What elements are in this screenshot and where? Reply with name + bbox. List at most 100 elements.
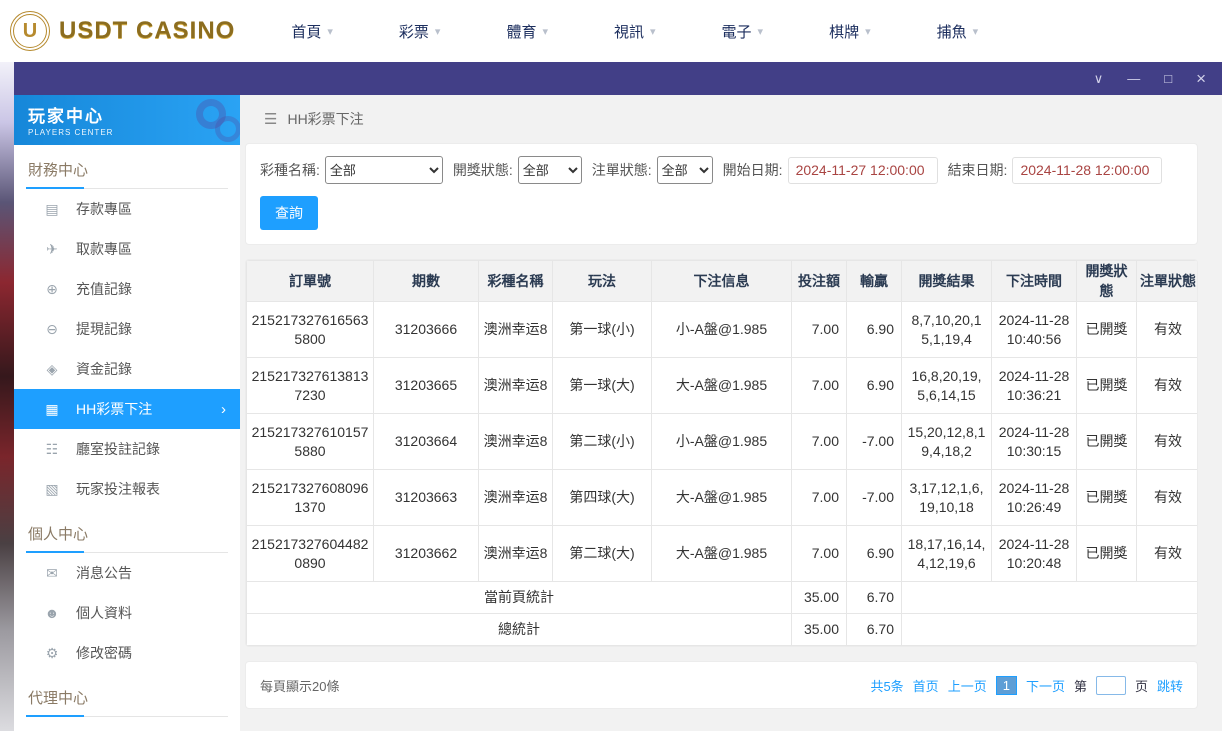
hamburger-menu-icon[interactable]: ☰: [264, 110, 277, 128]
sidebar-item-notices[interactable]: ✉ 消息公告: [14, 553, 240, 593]
cell-win: -7.00: [846, 469, 902, 526]
table-row: 2152173276044820890 31203662 澳洲幸运8 第二球(大…: [246, 525, 1197, 582]
cell-period: 31203666: [373, 301, 479, 358]
page-size-text: 每頁顯示20條: [260, 678, 340, 694]
cell-draw-status: 已開獎: [1076, 413, 1137, 470]
bets-table-panel: 訂單號 期數 彩種名稱 玩法 下注信息 投注額 輸贏 開獎結果 下注時間 開獎狀…: [245, 259, 1198, 647]
section-title-personal: 個人中心: [26, 509, 228, 553]
page-total-label: 當前頁統計: [246, 581, 792, 614]
site-logo[interactable]: U USDT CASINO: [10, 11, 235, 51]
jump-button[interactable]: 跳转: [1157, 676, 1183, 695]
grand-total-win: 6.70: [846, 613, 902, 646]
nav-item-slots[interactable]: 電子 ▾: [722, 21, 764, 42]
cell-bet-status: 有效: [1136, 469, 1197, 526]
sidebar-item-label: 充值記錄: [76, 281, 132, 297]
current-page-badge[interactable]: 1: [995, 675, 1017, 695]
sidebar-item-withdraw-record[interactable]: ⊖ 提現記錄: [14, 309, 240, 349]
end-date-input[interactable]: [1012, 156, 1163, 184]
recharge-record-icon: ⊕: [46, 280, 58, 297]
bet-status-label: 注單狀態:: [591, 162, 652, 178]
chevron-down-icon: ▾: [757, 25, 764, 38]
sidebar-item-withdraw[interactable]: ✈ 取款專區: [14, 229, 240, 269]
background-image-strip: [0, 62, 14, 731]
cell-period: 31203663: [373, 469, 479, 526]
sidebar-item-label: 資金記錄: [76, 361, 132, 377]
withdraw-record-icon: ⊖: [46, 320, 58, 337]
table-row: 2152173276080961370 31203663 澳洲幸运8 第四球(大…: [246, 469, 1197, 526]
cell-period: 31203665: [373, 357, 479, 414]
chevron-down-icon: ▾: [972, 25, 979, 38]
logo-badge-icon: U: [10, 11, 50, 51]
cell-result: 15,20,12,8,19,4,18,2: [901, 413, 992, 470]
player-report-icon: ▧: [45, 480, 59, 497]
section-title-agent: 代理中心: [26, 673, 228, 717]
window-maximize-button[interactable]: □: [1164, 72, 1172, 85]
cell-order-id: 2152173276165635800: [246, 301, 374, 358]
goto-page-prefix: 第: [1073, 678, 1087, 694]
first-page-link[interactable]: 首页: [913, 676, 939, 695]
nav-item-fishing[interactable]: 捕魚 ▾: [937, 21, 979, 42]
window-minimize-button[interactable]: —: [1127, 72, 1140, 85]
funds-record-icon: ◈: [46, 360, 58, 377]
cell-amount: 7.00: [791, 357, 847, 414]
cell-result: 16,8,20,19,5,6,14,15: [901, 357, 992, 414]
page-total-empty: [901, 581, 1197, 614]
lottery-name-label: 彩種名稱:: [260, 162, 320, 178]
nav-item-sports[interactable]: 體育 ▾: [506, 21, 548, 42]
cell-play: 第四球(大): [552, 469, 652, 526]
nav-item-video[interactable]: 視訊 ▾: [614, 21, 656, 42]
search-button[interactable]: 查詢: [260, 196, 318, 230]
col-header-result: 開獎結果: [901, 260, 992, 302]
chevron-down-icon: ▾: [650, 25, 656, 38]
pagination-controls: 共5条 首页 上一页 1 下一页 第 页 跳转: [870, 675, 1183, 695]
cell-bet-status: 有效: [1136, 413, 1197, 470]
window-collapse-button[interactable]: ∨: [1094, 72, 1104, 85]
cell-time: 2024-11-28 10:20:48: [991, 525, 1077, 582]
col-header-bet-status: 注單狀態: [1136, 260, 1197, 302]
sidebar-item-label: 玩家投注報表: [76, 481, 160, 497]
sidebar-header: 玩家中心 PLAYERS CENTER: [14, 95, 240, 145]
sidebar-item-deposit[interactable]: ▤ 存款專區: [14, 189, 240, 229]
lottery-name-select[interactable]: 全部: [324, 156, 443, 184]
sidebar: 玩家中心 PLAYERS CENTER 財務中心 ▤ 存款專區 ✈ 取款專區 ⊕…: [14, 95, 240, 731]
sidebar-item-change-password[interactable]: ⚙ 修改密碼: [14, 633, 240, 673]
bet-status-select[interactable]: 全部: [656, 156, 713, 184]
col-header-draw-status: 開獎狀態: [1076, 260, 1137, 302]
grand-total-empty: [901, 613, 1197, 646]
total-count-text: 共5条: [870, 678, 904, 694]
sidebar-item-profile[interactable]: ☻ 個人資料: [14, 593, 240, 633]
sidebar-item-funds-record[interactable]: ◈ 資金記錄: [14, 349, 240, 389]
sidebar-item-label: 個人資料: [76, 605, 132, 621]
col-header-period: 期數: [373, 260, 479, 302]
start-date-input[interactable]: [787, 156, 938, 184]
next-page-link[interactable]: 下一页: [1026, 676, 1065, 695]
sidebar-subtitle: PLAYERS CENTER: [28, 128, 114, 137]
sidebar-item-hall-bet-record[interactable]: ☷ 廳室投註記錄: [14, 429, 240, 469]
cell-result: 3,17,12,1,6,19,10,18: [901, 469, 992, 526]
prev-page-link[interactable]: 上一页: [948, 676, 987, 695]
draw-status-select[interactable]: 全部: [517, 156, 582, 184]
cell-play: 第一球(小): [552, 301, 652, 358]
nav-item-home[interactable]: 首頁 ▾: [291, 21, 333, 42]
sidebar-item-hh-lottery-bets[interactable]: ▦ HH彩票下注 ›: [14, 389, 240, 429]
nav-item-lottery[interactable]: 彩票 ▾: [399, 21, 441, 42]
window-close-button[interactable]: ×: [1196, 70, 1206, 87]
profile-icon: ☻: [44, 605, 60, 621]
table-row: 2152173276101575880 31203664 澳洲幸运8 第二球(小…: [246, 413, 1197, 470]
cell-win: 6.90: [846, 357, 902, 414]
hh-lottery-icon: ▦: [45, 400, 59, 417]
page-jump-input[interactable]: [1095, 675, 1126, 695]
nav-item-cards[interactable]: 棋牌 ▾: [829, 21, 871, 42]
filter-row: 彩種名稱: 全部 開獎狀態: 全部 注單狀態: 全部 開始日期: 結束日期:: [260, 156, 1183, 184]
cell-draw-status: 已開獎: [1076, 525, 1137, 582]
cell-bet-info: 大-A盤@1.985: [651, 469, 792, 526]
nav-item-label: 彩票: [398, 23, 429, 41]
notice-icon: ✉: [46, 564, 58, 581]
cell-order-id: 2152173276101575880: [246, 413, 374, 470]
sidebar-item-recharge-record[interactable]: ⊕ 充值記錄: [14, 269, 240, 309]
table-header-row: 訂單號 期數 彩種名稱 玩法 下注信息 投注額 輸贏 開獎結果 下注時間 開獎狀…: [246, 260, 1197, 302]
col-header-lottery: 彩種名稱: [478, 260, 553, 302]
pagination-panel: 每頁顯示20條 共5条 首页 上一页 1 下一页 第 页 跳转: [245, 661, 1198, 709]
sidebar-item-player-report[interactable]: ▧ 玩家投注報表: [14, 469, 240, 509]
cell-period: 31203662: [373, 525, 479, 582]
